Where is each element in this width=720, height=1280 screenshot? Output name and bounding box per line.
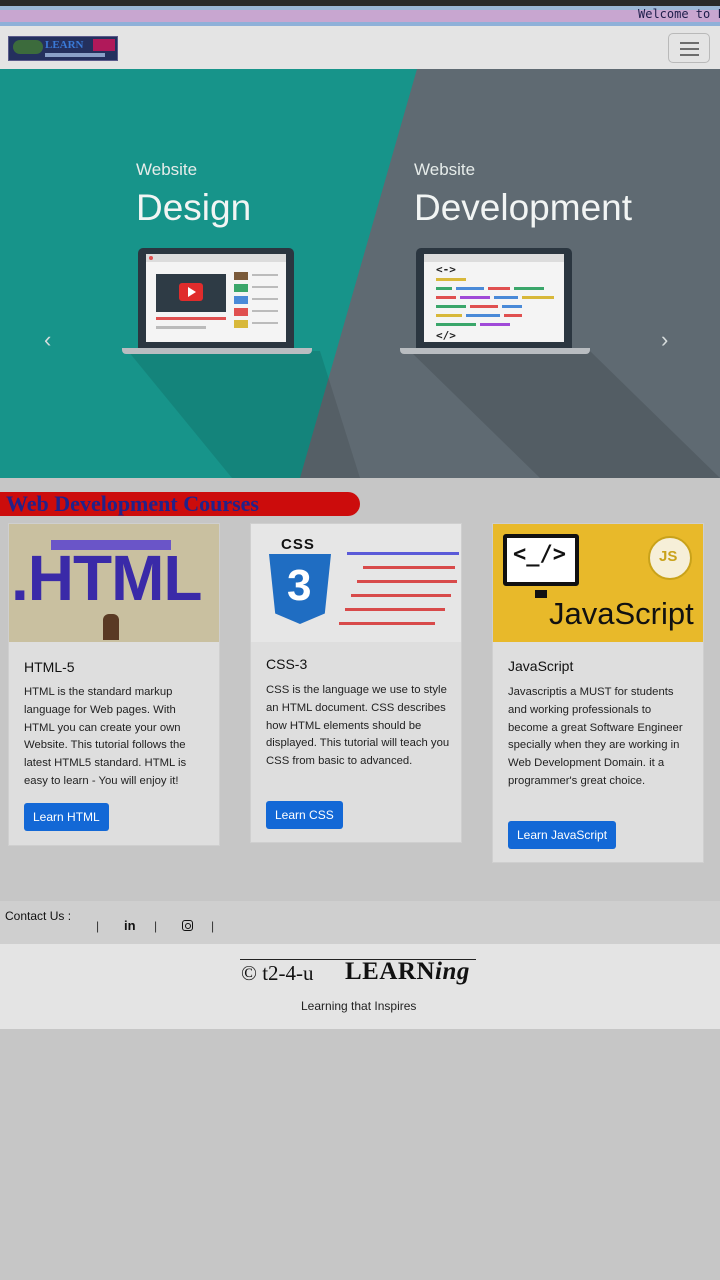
code-close-tag: </> [436, 329, 456, 342]
learn-html-button[interactable]: Learn HTML [24, 803, 109, 831]
instagram-icon[interactable] [182, 920, 193, 931]
hero-design-title: Design [136, 187, 252, 228]
top-strip: Welcome to F [0, 0, 720, 26]
copyright-text: © t2-4-u [241, 961, 314, 985]
css3-number: 3 [287, 561, 312, 610]
javascript-card-title: JavaScript [508, 658, 574, 674]
js-code-symbol: <_/> [513, 542, 566, 567]
carousel-prev-icon[interactable]: ‹ [44, 327, 51, 353]
html-course-image: .HTML [9, 524, 219, 642]
course-card-javascript: <_/> JS JavaScript JavaScript Javascript… [492, 523, 704, 863]
css-card-description: CSS is the language we use to style an H… [266, 684, 450, 768]
hamburger-icon [680, 42, 699, 44]
html-image-text: .HTML [11, 542, 202, 614]
javascript-course-image: <_/> JS JavaScript [493, 524, 703, 642]
code-open-tag: <-> [436, 263, 456, 276]
css-image-text: CSS [281, 536, 315, 553]
css-card-title: CSS-3 [266, 656, 308, 672]
separator: | [211, 919, 215, 933]
js-badge-icon: JS [659, 548, 678, 565]
linkedin-icon[interactable]: in [124, 918, 136, 933]
hero-carousel: Website Design Website Development <-> <… [0, 69, 720, 478]
separator: | [96, 919, 100, 933]
menu-toggle-button[interactable] [668, 33, 710, 63]
learn-javascript-button[interactable]: Learn JavaScript [508, 821, 617, 849]
css-course-image: CSS 3 [251, 524, 461, 642]
hero-development-subtitle: Website [414, 160, 476, 179]
footer-brand: LEARNing [345, 958, 470, 985]
html-card-description: HTML is the standard markup language for… [24, 686, 187, 787]
course-card-css: CSS 3 CSS-3 CSS is the language we use t… [250, 523, 462, 843]
javascript-card-description: Javascriptis a MUST for students and wor… [508, 686, 683, 787]
contact-label: Contact Us : [5, 909, 72, 923]
section-heading: Web Development Courses [0, 492, 360, 516]
hero-design-subtitle: Website [136, 160, 198, 179]
html-card-title: HTML-5 [24, 659, 75, 675]
learn-css-button[interactable]: Learn CSS [266, 801, 343, 829]
javascript-image-text: JavaScript [549, 596, 694, 631]
development-laptop-illustration: <-> </> [400, 248, 590, 354]
design-laptop-illustration [122, 248, 312, 354]
navbar: LEARN [0, 26, 720, 69]
course-card-html: .HTML HTML-5 HTML is the standard markup… [8, 523, 220, 846]
footer-tagline: Learning that Inspires [301, 999, 417, 1013]
contact-bar: Contact Us : | in | | [0, 901, 720, 944]
carousel-next-icon[interactable]: › [661, 327, 668, 353]
welcome-marquee: Welcome to F [638, 7, 720, 21]
footer: © t2-4-u LEARNing Learning that Inspires [0, 944, 720, 1029]
separator: | [154, 919, 158, 933]
site-logo[interactable]: LEARN [8, 36, 118, 61]
section-heading-text: Web Development Courses [6, 491, 259, 516]
hero-development-title: Development [414, 187, 633, 228]
play-icon [188, 287, 196, 297]
